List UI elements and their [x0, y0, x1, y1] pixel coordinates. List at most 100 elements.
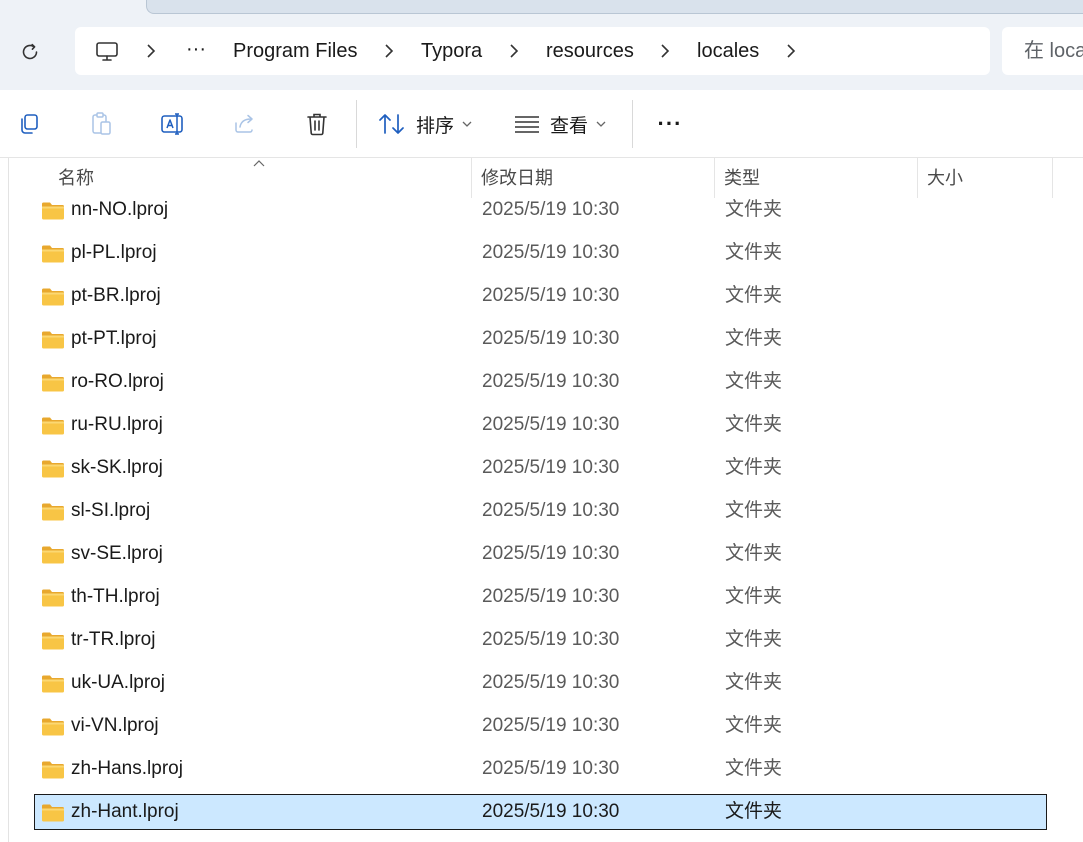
sort-icon [379, 114, 404, 134]
file-type: 文件夹 [725, 586, 783, 607]
more-options-button[interactable]: ··· [650, 106, 690, 142]
file-modified-date: 2025/5/19 10:30 [482, 457, 620, 478]
table-row[interactable]: vi-VN.lproj 2025/5/19 10:30 文件夹 [34, 708, 1047, 744]
file-type: 文件夹 [725, 371, 783, 392]
file-modified-date: 2025/5/19 10:30 [482, 543, 620, 564]
file-list: 名称 修改日期 类型 大小 nn-NO.lproj 2025/5/19 10:3… [0, 158, 1083, 842]
share-button[interactable] [228, 106, 262, 142]
file-type: 文件夹 [725, 199, 783, 220]
share-icon [235, 114, 253, 133]
folder-icon [42, 761, 64, 779]
breadcrumb-item-locales[interactable]: locales [697, 38, 759, 64]
chevron-right-icon[interactable] [506, 42, 522, 60]
address-bar[interactable]: ··· Program Files Typora resources local… [75, 27, 990, 75]
folder-icon [42, 632, 64, 650]
sort-button[interactable]: 排序 [378, 106, 478, 142]
folder-icon [42, 804, 64, 822]
folder-icon [42, 675, 64, 693]
delete-button[interactable] [300, 106, 334, 142]
folder-icon [42, 202, 64, 220]
file-modified-date: 2025/5/19 10:30 [482, 328, 620, 349]
file-name: tr-TR.lproj [71, 629, 156, 650]
table-row[interactable]: uk-UA.lproj 2025/5/19 10:30 文件夹 [34, 665, 1047, 701]
chevron-right-icon[interactable] [143, 42, 159, 60]
folder-icon [42, 288, 64, 306]
table-row[interactable]: zh-Hant.lproj 2025/5/19 10:30 文件夹 [34, 794, 1047, 830]
file-name: pl-PL.lproj [71, 242, 157, 263]
file-modified-date: 2025/5/19 10:30 [482, 672, 620, 693]
folder-icon [42, 331, 64, 349]
file-type: 文件夹 [725, 543, 783, 564]
file-name: th-TH.lproj [71, 586, 160, 607]
file-name: zh-Hans.lproj [71, 758, 183, 779]
paste-button[interactable] [84, 106, 118, 142]
trash-icon [307, 113, 327, 136]
file-modified-date: 2025/5/19 10:30 [482, 758, 620, 779]
file-type: 文件夹 [725, 500, 783, 521]
table-row[interactable]: th-TH.lproj 2025/5/19 10:30 文件夹 [34, 579, 1047, 615]
table-row[interactable]: ru-RU.lproj 2025/5/19 10:30 文件夹 [34, 407, 1047, 443]
table-row[interactable]: pt-BR.lproj 2025/5/19 10:30 文件夹 [34, 278, 1047, 314]
copy-button[interactable] [12, 106, 46, 142]
table-row[interactable]: sk-SK.lproj 2025/5/19 10:30 文件夹 [34, 450, 1047, 486]
search-input[interactable]: 在 loca [1002, 27, 1083, 75]
breadcrumb-item-typora[interactable]: Typora [421, 38, 482, 64]
table-row[interactable]: pl-PL.lproj 2025/5/19 10:30 文件夹 [34, 235, 1047, 271]
file-type: 文件夹 [725, 801, 783, 822]
table-row[interactable]: tr-TR.lproj 2025/5/19 10:30 文件夹 [34, 622, 1047, 658]
chevron-right-icon[interactable] [657, 42, 673, 60]
file-name: sk-SK.lproj [71, 457, 163, 478]
toolbar-divider [632, 100, 633, 148]
active-tab-edge[interactable] [146, 0, 1083, 14]
chevron-down-icon [462, 121, 472, 127]
file-name: vi-VN.lproj [71, 715, 159, 736]
chevron-right-icon[interactable] [783, 42, 799, 60]
table-row[interactable]: sl-SI.lproj 2025/5/19 10:30 文件夹 [34, 493, 1047, 529]
file-modified-date: 2025/5/19 10:30 [482, 199, 620, 220]
file-modified-date: 2025/5/19 10:30 [482, 500, 620, 521]
rename-icon [161, 113, 183, 135]
this-pc-icon[interactable] [95, 41, 119, 63]
command-bar: 排序 查看 ··· [0, 90, 1083, 158]
sort-ascending-icon [253, 160, 265, 167]
file-name: ro-RO.lproj [71, 371, 164, 392]
file-modified-date: 2025/5/19 10:30 [482, 586, 620, 607]
tab-strip [0, 0, 1083, 14]
file-type: 文件夹 [725, 414, 783, 435]
folder-icon [42, 718, 64, 736]
pane-border [8, 158, 9, 842]
file-name: pt-PT.lproj [71, 328, 157, 349]
toolbar-divider [356, 100, 357, 148]
list-view-icon [515, 116, 539, 133]
file-modified-date: 2025/5/19 10:30 [482, 371, 620, 392]
column-divider[interactable] [1052, 158, 1053, 198]
file-type: 文件夹 [725, 629, 783, 650]
refresh-button[interactable] [14, 36, 46, 68]
file-type: 文件夹 [725, 457, 783, 478]
folder-icon [42, 589, 64, 607]
file-modified-date: 2025/5/19 10:30 [482, 285, 620, 306]
breadcrumb-item-resources[interactable]: resources [546, 38, 634, 64]
table-row[interactable]: pt-PT.lproj 2025/5/19 10:30 文件夹 [34, 321, 1047, 357]
breadcrumb-overflow[interactable]: ··· [186, 36, 206, 62]
clipboard-icon [92, 112, 111, 135]
file-modified-date: 2025/5/19 10:30 [482, 715, 620, 736]
address-row: ··· Program Files Typora resources local… [0, 14, 1083, 90]
file-name: sl-SI.lproj [71, 500, 151, 521]
table-row[interactable]: nn-NO.lproj 2025/5/19 10:30 文件夹 [34, 192, 1047, 228]
view-label: 查看 [550, 115, 589, 137]
table-row[interactable]: zh-Hans.lproj 2025/5/19 10:30 文件夹 [34, 751, 1047, 787]
table-row[interactable]: sv-SE.lproj 2025/5/19 10:30 文件夹 [34, 536, 1047, 572]
file-type: 文件夹 [725, 328, 783, 349]
sort-label: 排序 [416, 115, 455, 137]
file-name: uk-UA.lproj [71, 672, 165, 693]
table-row[interactable]: ro-RO.lproj 2025/5/19 10:30 文件夹 [34, 364, 1047, 400]
breadcrumb-item-program-files[interactable]: Program Files [233, 38, 357, 64]
rename-button[interactable] [156, 106, 190, 142]
file-name: pt-BR.lproj [71, 285, 161, 306]
chevron-down-icon [596, 121, 606, 127]
chevron-right-icon[interactable] [381, 42, 397, 60]
folder-icon [42, 417, 64, 435]
file-modified-date: 2025/5/19 10:30 [482, 414, 620, 435]
view-button[interactable]: 查看 [514, 106, 614, 142]
